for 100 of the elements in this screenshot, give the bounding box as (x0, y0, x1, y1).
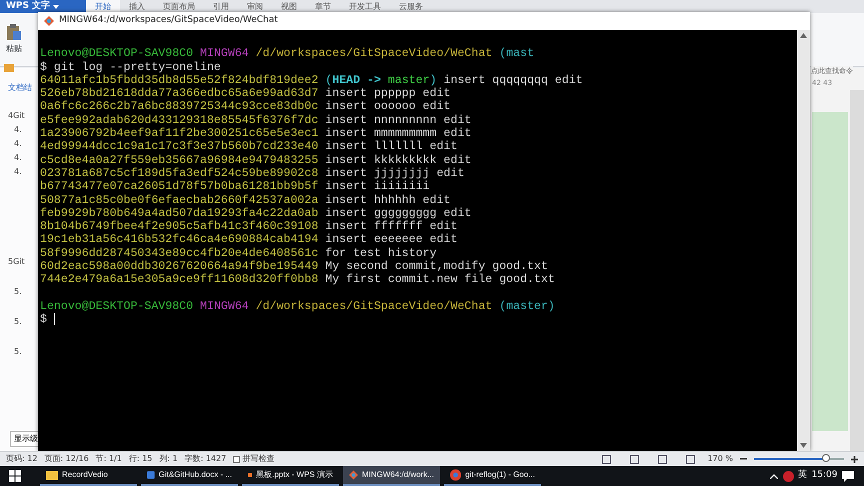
status-text: 列: 1 (159, 453, 178, 465)
prompt-path: /d/workspaces/GitSpaceVideo/WeChat (256, 300, 492, 313)
commit-hash: 023781a687c5cf189d5fa3edf524c59be89902c8 (40, 166, 318, 180)
ribbon-tab[interactable]: 开始 (86, 0, 120, 13)
outline-item[interactable]: 5Git (0, 256, 38, 286)
command-line: $ git log --pretty=oneline (40, 60, 221, 74)
commit-hash: c5cd8e4a0a27f559eb35667a96984e9479483255 (40, 154, 318, 167)
chevron-up-icon[interactable] (770, 474, 778, 478)
folder-icon (46, 469, 58, 481)
outline-item[interactable]: 5. (0, 316, 38, 346)
prompt-path: /d/workspaces/GitSpaceVideo/WeChat (256, 47, 492, 60)
ribbon-tab[interactable]: 视图 (272, 0, 306, 13)
scroll-down-icon[interactable] (800, 443, 807, 448)
commit-message: My first commit.new file good.txt (325, 273, 555, 286)
notification-icon[interactable] (842, 470, 854, 482)
commit-hash: e5fee992adab620d433129318e85545f6376f7dc (40, 114, 318, 127)
browser-icon (450, 469, 462, 481)
commit-message: for test history (325, 246, 437, 260)
document-icon (147, 469, 155, 481)
status-text: 页码: 12 (6, 453, 38, 465)
scrollbar[interactable] (797, 30, 810, 451)
ref-decoration: (HEAD -> master) (325, 74, 437, 87)
caret-icon (53, 4, 60, 8)
status-text: 行: 15 (128, 453, 152, 465)
commit-message: insert kkkkkkkkk edit (325, 154, 472, 167)
prompt-branch: (mast (499, 47, 534, 60)
commit-hash: 60d2eac598a00ddb30267620664a94f9be195449 (40, 260, 318, 274)
ribbon-tab[interactable]: 云服务 (390, 0, 432, 13)
commit-hash: 4ed99944dcc1c9a1c17c3f3e37b560b7cd233e40 (40, 140, 318, 154)
taskbar-item[interactable]: RecordVedio (40, 466, 137, 486)
commit-message: insert hhhhhh edit (325, 194, 450, 207)
pane-title[interactable]: 文档结 (0, 82, 38, 94)
paste-icon[interactable] (6, 23, 22, 41)
taskbar-item[interactable]: git-reflog(1) - Goo... (444, 466, 541, 486)
commit-hash: 0a6fc6c266c2b7a6bc8839725344c93cce83db0c (40, 100, 318, 114)
commit-hash: 744e2e479a6a15e305a9ce9ff11608d320ff0bb8 (40, 273, 318, 286)
spell-check[interactable]: 拼写检查 (233, 453, 274, 465)
window-title: MINGW64:/d/workspaces/GitSpaceVideo/WeChat (59, 14, 278, 28)
commit-message: insert nnnnnnnnn edit (325, 114, 472, 127)
taskbar-item[interactable]: Git&GitHub.docx - ... (141, 466, 238, 486)
outline-item[interactable]: 4Git (0, 110, 38, 124)
commit-hash: 64011afc1b5fbdd35db8d55e52f824bdf819dee2 (40, 74, 318, 87)
app-menu-button[interactable]: WPS 文字 (0, 0, 86, 13)
prompt-branch: (master) (499, 300, 555, 313)
zoom-in-icon[interactable] (851, 456, 858, 462)
commit-hash: 58f9996dd287450343e89cc4fb20e4de6408561c (40, 246, 318, 260)
commit-message: insert oooooo edit (325, 100, 450, 114)
commit-hash: 8b104b6749fbee4f2e905c5afb41c3f460c39108 (40, 220, 318, 234)
prompt-system: MINGW64 (200, 47, 249, 60)
commit-hash: feb9929b780b649a4ad507da19293fa4c22da0ab (40, 206, 318, 220)
outline-item[interactable]: 5. (0, 286, 38, 316)
outline-item[interactable]: 4. (0, 152, 38, 166)
ribbon-tab[interactable]: 插入 (120, 0, 154, 13)
commit-hash: 526eb78bd21618dda77a366edbc65a6e99ad63d7 (40, 87, 318, 100)
ribbon-tab[interactable]: 引用 (204, 0, 238, 13)
prompt-symbol: $ (40, 313, 47, 326)
slider-thumb[interactable] (822, 454, 830, 462)
view-icon[interactable] (658, 454, 667, 464)
commit-hash: b67743477e07ca26051d78f57b0ba61281bb9b5f (40, 180, 318, 194)
prompt-system: MINGW64 (200, 300, 249, 313)
commit-message: insert eeeeeee edit (325, 233, 458, 246)
outline-item[interactable]: 4. (0, 138, 38, 152)
ribbon-tab[interactable]: 页面布局 (154, 0, 204, 13)
commit-hash: 19c1eb31a56c416b532fc46ca4e690884cab4194 (40, 233, 318, 246)
commit-message: insert qqqqqqqq edit (444, 74, 583, 87)
input-method[interactable]: 英 (798, 469, 808, 483)
ribbon-tab[interactable]: 章节 (306, 0, 340, 13)
git-icon (44, 16, 54, 26)
prompt-user: Lenovo@DESKTOP-SAV98C0 (40, 300, 194, 313)
commit-message: insert iiiiiiii (325, 180, 430, 194)
scroll-up-icon[interactable] (800, 33, 807, 38)
view-icon[interactable] (602, 454, 611, 464)
taskbar-item[interactable]: MINGW64:/d/work... (343, 466, 440, 486)
paste-label[interactable]: 粘贴 (6, 43, 22, 56)
git-icon (349, 469, 358, 481)
commit-message: insert ggggggggg edit (325, 206, 472, 220)
commit-hash: 50877a1c85c0be0f6efaecbab2660f42537a002a (40, 194, 318, 207)
status-text: 字数: 1427 (184, 453, 226, 465)
commit-message: insert mmmmmmmmm edit (325, 127, 472, 140)
taskbar-item[interactable]: 黑板.pptx - WPS 演示 (242, 466, 339, 486)
view-icon[interactable] (686, 454, 695, 464)
commit-message: insert lllllll edit (325, 140, 458, 154)
clock[interactable]: 15:09 (812, 469, 838, 483)
commit-message: My second commit,modify good.txt (325, 260, 548, 274)
windows-logo-icon[interactable] (9, 470, 21, 482)
outline-item[interactable]: 4. (0, 124, 38, 138)
commit-message: insert jjjjjjjj edit (325, 166, 464, 180)
scrollbar[interactable] (850, 90, 864, 451)
ribbon-tab[interactable]: 开发工具 (340, 0, 390, 13)
outline-item[interactable]: 5. (0, 346, 38, 376)
status-text: 节: 1/1 (96, 453, 122, 465)
outline-item[interactable]: 4. (0, 166, 38, 256)
commit-message: insert fffffff edit (325, 220, 458, 234)
ribbon-tab[interactable]: 审阅 (238, 0, 272, 13)
prompt-user: Lenovo@DESKTOP-SAV98C0 (40, 47, 194, 60)
commit-message: insert pppppp edit (325, 87, 450, 100)
zoom-value: 170 % (708, 453, 733, 465)
tray-app-icon[interactable] (782, 470, 794, 482)
view-icon[interactable] (630, 454, 639, 464)
status-text: 页面: 12/16 (44, 453, 89, 465)
